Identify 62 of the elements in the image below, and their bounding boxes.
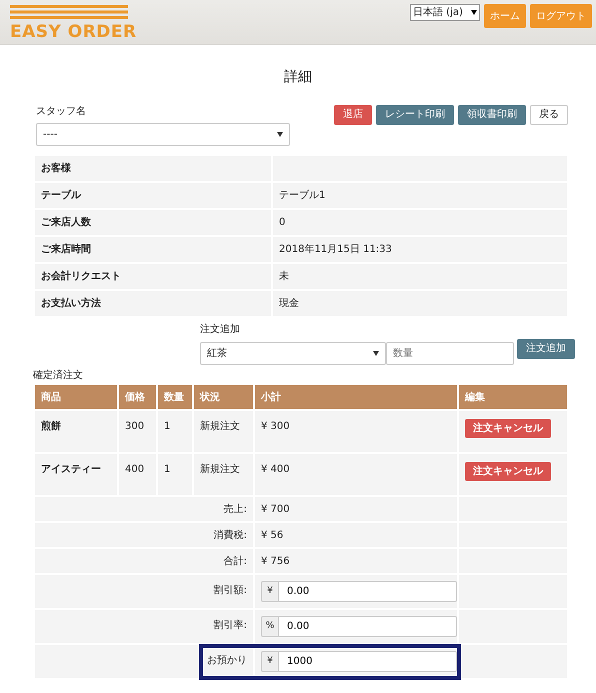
currency-addon: ¥ xyxy=(261,651,279,672)
table-cell: 300 xyxy=(119,411,156,452)
quantity-field[interactable]: 数量 xyxy=(386,342,514,365)
stripes-icon xyxy=(10,4,128,20)
table-cell: 1 xyxy=(158,454,192,495)
summary-label: お預かり xyxy=(35,645,253,678)
summary-label: 割引率: xyxy=(35,610,253,643)
table-cell: 新規注文 xyxy=(194,454,253,495)
info-label: ご来店時間 xyxy=(35,237,271,262)
section-title: 確定済注文 xyxy=(33,368,84,383)
language-select[interactable]: 日本語 (ja) xyxy=(410,4,480,21)
column-header: 数量 xyxy=(158,385,192,409)
info-label: ご来店人数 xyxy=(35,210,271,235)
column-header: 編集 xyxy=(459,385,567,409)
info-value: 現金 xyxy=(273,291,567,316)
item-select[interactable]: 紅茶 xyxy=(200,342,386,365)
info-label: テーブル xyxy=(35,183,271,208)
info-label: お会計リクエスト xyxy=(35,264,271,289)
info-value: テーブル1 xyxy=(273,183,567,208)
action-button[interactable]: レシート印刷 xyxy=(376,105,454,125)
caret-icon xyxy=(471,10,477,15)
caret-icon xyxy=(373,351,379,356)
column-header: 価格 xyxy=(119,385,156,409)
amount-field[interactable]: 0.00 xyxy=(279,581,457,602)
column-header: 商品 xyxy=(35,385,117,409)
table-cell: 1 xyxy=(158,411,192,452)
summary-label: 売上: xyxy=(35,497,253,521)
table-cell: 煎餅 xyxy=(35,411,117,452)
field-label: スタッフ名 xyxy=(36,105,87,119)
add-order-button[interactable]: 注文追加 xyxy=(517,339,575,359)
table-cell: ¥ 400 xyxy=(255,454,457,495)
cancel-order-button[interactable]: 注文キャンセル xyxy=(465,419,551,438)
summary-label: 消費税: xyxy=(35,523,253,547)
section-label: 注文追加 xyxy=(200,322,241,337)
column-header: 状況 xyxy=(194,385,253,409)
table-cell: 新規注文 xyxy=(194,411,253,452)
caret-icon xyxy=(277,132,283,137)
summary-label: 合計: xyxy=(35,549,253,573)
currency-addon: % xyxy=(261,616,279,637)
action-button[interactable]: 戻る xyxy=(530,105,568,125)
cancel-order-button[interactable]: 注文キャンセル xyxy=(465,462,551,481)
table-cell: 400 xyxy=(119,454,156,495)
table-cell: アイスティー xyxy=(35,454,117,495)
logo-text: EASY ORDER xyxy=(10,24,137,41)
summary-value: ¥ 756 xyxy=(255,549,457,573)
page-title: 詳細 xyxy=(283,68,313,87)
staff-select[interactable]: ---- xyxy=(36,123,290,146)
table-cell: ¥ 300 xyxy=(255,411,457,452)
info-value: 未 xyxy=(273,264,567,289)
summary-value: ¥ 700 xyxy=(255,497,457,521)
action-button[interactable]: 領収書印刷 xyxy=(458,105,526,125)
summary-value: ¥ 56 xyxy=(255,523,457,547)
amount-field[interactable]: 1000 xyxy=(279,651,457,672)
column-header: 小計 xyxy=(255,385,457,409)
amount-field[interactable]: 0.00 xyxy=(279,616,457,637)
info-label: お支払い方法 xyxy=(35,291,271,316)
action-button[interactable]: 退店 xyxy=(334,105,372,125)
currency-addon: ¥ xyxy=(261,581,279,602)
info-label: お客様 xyxy=(35,156,271,181)
summary-label: 割引額: xyxy=(35,575,253,608)
info-value: 2018年11月15日 11:33 xyxy=(273,237,567,262)
info-value: 0 xyxy=(273,210,567,235)
